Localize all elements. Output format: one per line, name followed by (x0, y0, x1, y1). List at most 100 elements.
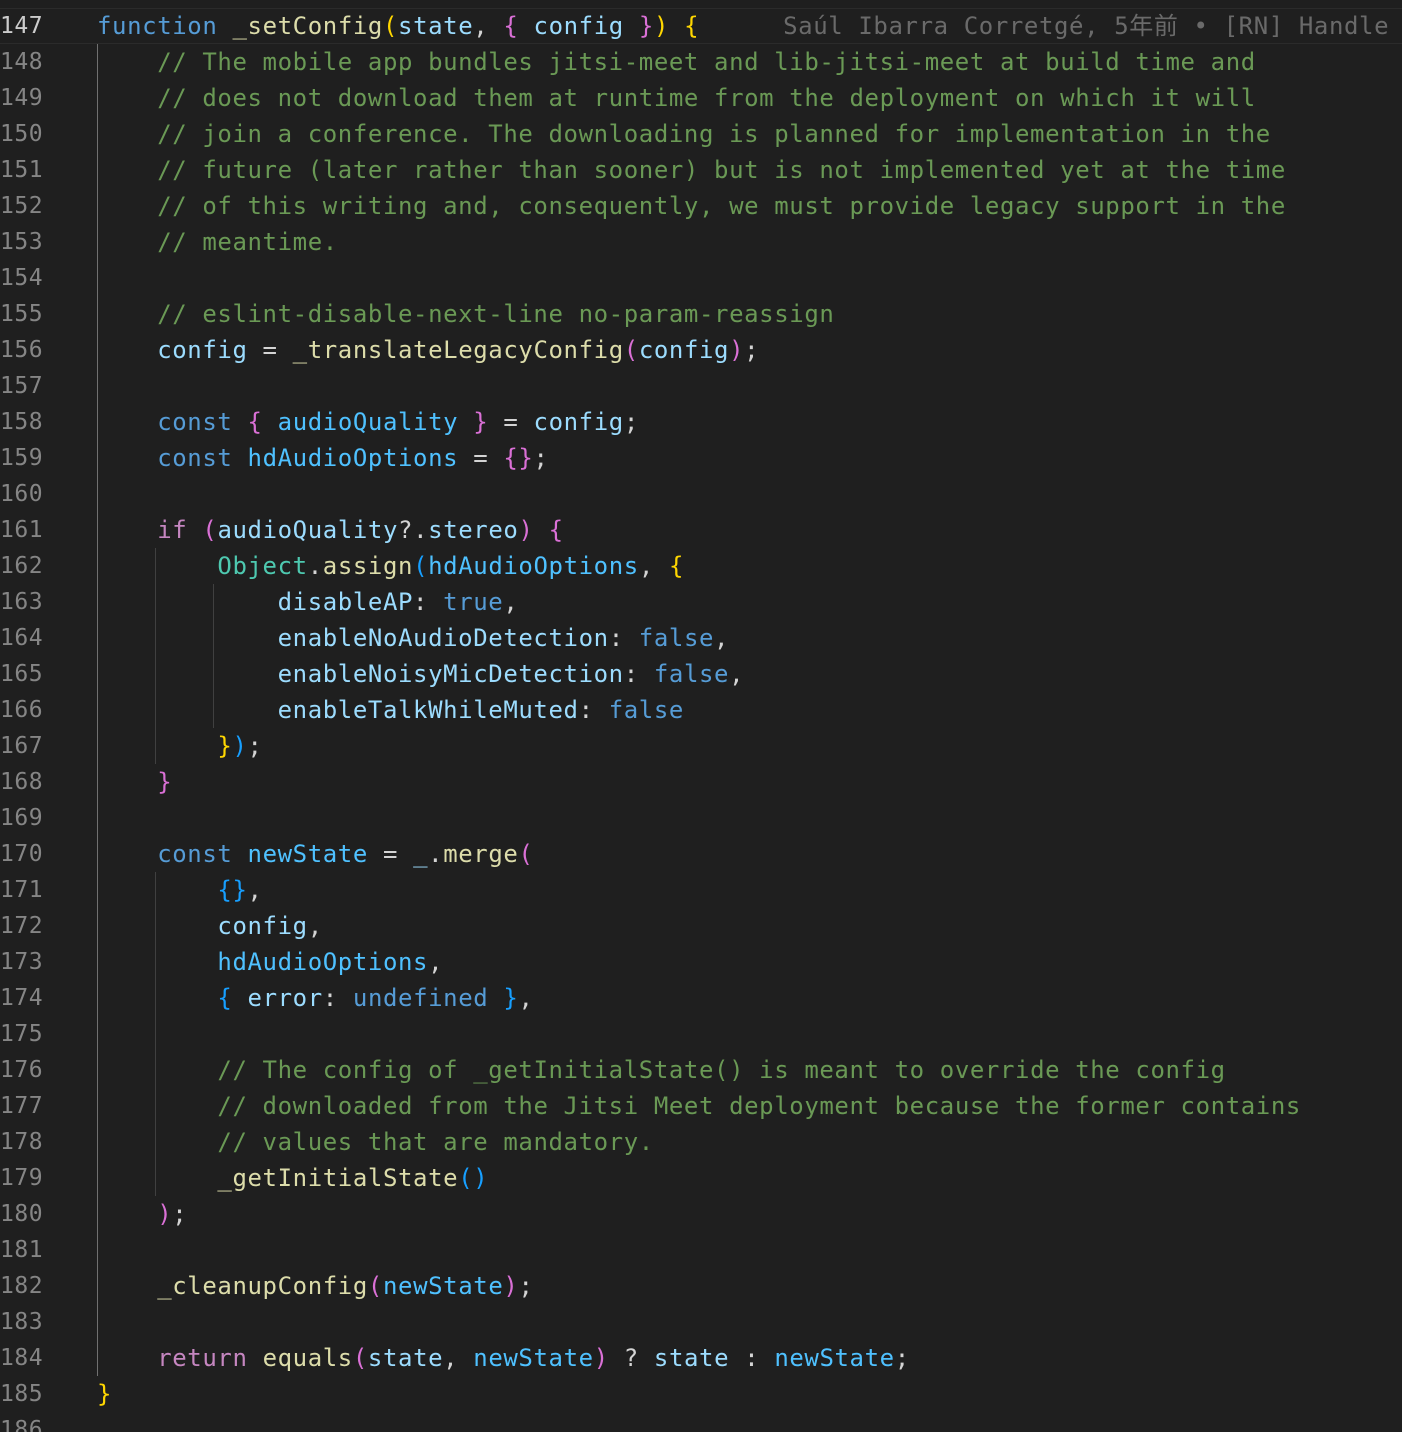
code-line[interactable]: 154 (0, 260, 1402, 296)
code-text[interactable]: const newState = _.merge( (97, 836, 534, 872)
code-text[interactable]: config, (97, 908, 323, 944)
line-number[interactable]: 152 (0, 188, 46, 224)
code-line[interactable]: 177 // downloaded from the Jitsi Meet de… (0, 1088, 1402, 1124)
line-number[interactable]: 178 (0, 1124, 46, 1160)
code-line[interactable]: 163 disableAP: true, (0, 584, 1402, 620)
line-number[interactable]: 172 (0, 908, 46, 944)
code-text[interactable]: { error: undefined }, (97, 980, 534, 1016)
code-text[interactable]: if (audioQuality?.stereo) { (97, 512, 564, 548)
code-line[interactable]: 170 const newState = _.merge( (0, 836, 1402, 872)
code-line[interactable]: 168 } (0, 764, 1402, 800)
line-number[interactable]: 185 (0, 1376, 46, 1412)
code-line[interactable]: 151 // future (later rather than sooner)… (0, 152, 1402, 188)
code-text[interactable]: // The config of _getInitialState() is m… (97, 1052, 1226, 1088)
code-text[interactable]: {}, (97, 872, 263, 908)
line-number[interactable]: 169 (0, 800, 46, 836)
line-number[interactable]: 149 (0, 80, 46, 116)
code-text[interactable]: // meantime. (97, 224, 338, 260)
line-number[interactable]: 181 (0, 1232, 46, 1268)
line-number[interactable]: 180 (0, 1196, 46, 1232)
code-line[interactable]: 147 function _setConfig(state, { config }… (0, 8, 1402, 44)
line-number[interactable]: 186 (0, 1412, 46, 1432)
code-line[interactable]: 174 { error: undefined }, (0, 980, 1402, 1016)
code-line[interactable]: 150 // join a conference. The downloadin… (0, 116, 1402, 152)
line-number[interactable]: 173 (0, 944, 46, 980)
code-line[interactable]: 186 (0, 1412, 1402, 1432)
code-line[interactable]: 152 // of this writing and, consequently… (0, 188, 1402, 224)
code-text[interactable]: // downloaded from the Jitsi Meet deploy… (97, 1088, 1301, 1124)
line-number[interactable]: 184 (0, 1340, 46, 1376)
line-number[interactable]: 179 (0, 1160, 46, 1196)
line-number[interactable]: 159 (0, 440, 46, 476)
line-number[interactable]: 174 (0, 980, 46, 1016)
code-line[interactable]: 182 _cleanupConfig(newState); (0, 1268, 1402, 1304)
code-text[interactable]: const hdAudioOptions = {}; (97, 440, 549, 476)
code-line[interactable]: 159 const hdAudioOptions = {}; (0, 440, 1402, 476)
line-number[interactable]: 162 (0, 548, 46, 584)
line-number[interactable]: 165 (0, 656, 46, 692)
code-text[interactable]: Object.assign(hdAudioOptions, { (97, 548, 684, 584)
code-line[interactable]: 155 // eslint-disable-next-line no-param… (0, 296, 1402, 332)
code-text[interactable]: _cleanupConfig(newState); (97, 1268, 534, 1304)
code-line[interactable]: 172 config, (0, 908, 1402, 944)
line-number[interactable]: 176 (0, 1052, 46, 1088)
code-text[interactable]: } (97, 1376, 112, 1412)
line-number[interactable]: 163 (0, 584, 46, 620)
code-text[interactable]: enableNoAudioDetection: false, (97, 620, 729, 656)
code-line[interactable]: 173 hdAudioOptions, (0, 944, 1402, 980)
line-number[interactable]: 154 (0, 260, 46, 296)
line-number[interactable]: 183 (0, 1304, 46, 1340)
line-number[interactable]: 177 (0, 1088, 46, 1124)
line-number[interactable]: 147 (0, 8, 46, 44)
code-text[interactable]: hdAudioOptions, (97, 944, 443, 980)
line-number[interactable]: 156 (0, 332, 46, 368)
code-line[interactable]: 167 }); (0, 728, 1402, 764)
line-number[interactable]: 175 (0, 1016, 46, 1052)
line-number[interactable]: 157 (0, 368, 46, 404)
code-line[interactable]: 166 enableTalkWhileMuted: false (0, 692, 1402, 728)
code-line[interactable]: 156 config = _translateLegacyConfig(conf… (0, 332, 1402, 368)
code-line[interactable]: 160 (0, 476, 1402, 512)
code-line[interactable]: 158 const { audioQuality } = config; (0, 404, 1402, 440)
code-line[interactable]: 185} (0, 1376, 1402, 1412)
code-line[interactable]: 161 if (audioQuality?.stereo) { (0, 512, 1402, 548)
code-line[interactable]: 157 (0, 368, 1402, 404)
code-text[interactable]: } (97, 764, 172, 800)
code-line[interactable]: 176 // The config of _getInitialState() … (0, 1052, 1402, 1088)
line-number[interactable]: 182 (0, 1268, 46, 1304)
line-number[interactable]: 155 (0, 296, 46, 332)
code-line[interactable]: 148 // The mobile app bundles jitsi-meet… (0, 44, 1402, 80)
code-line[interactable]: 171 {}, (0, 872, 1402, 908)
code-text[interactable]: config = _translateLegacyConfig(config); (97, 332, 759, 368)
code-line[interactable]: 153 // meantime. (0, 224, 1402, 260)
code-line[interactable]: 149 // does not download them at runtime… (0, 80, 1402, 116)
line-number[interactable]: 171 (0, 872, 46, 908)
line-number[interactable]: 170 (0, 836, 46, 872)
line-number[interactable]: 166 (0, 692, 46, 728)
code-text[interactable]: const { audioQuality } = config; (97, 404, 639, 440)
code-line[interactable]: 164 enableNoAudioDetection: false, (0, 620, 1402, 656)
line-number[interactable]: 151 (0, 152, 46, 188)
code-text[interactable]: // The mobile app bundles jitsi-meet and… (97, 44, 1256, 80)
line-number[interactable]: 161 (0, 512, 46, 548)
code-text[interactable]: _getInitialState() (97, 1160, 488, 1196)
code-text[interactable]: // eslint-disable-next-line no-param-rea… (97, 296, 834, 332)
code-text[interactable]: // values that are mandatory. (97, 1124, 654, 1160)
code-text[interactable]: // of this writing and, consequently, we… (97, 188, 1286, 224)
code-line[interactable]: 178 // values that are mandatory. (0, 1124, 1402, 1160)
code-text[interactable]: function _setConfig(state, { config }) {… (97, 8, 1402, 44)
line-number[interactable]: 150 (0, 116, 46, 152)
code-editor[interactable]: 147 function _setConfig(state, { config }… (0, 0, 1402, 1432)
code-line[interactable]: 169 (0, 800, 1402, 836)
code-line[interactable]: 181 (0, 1232, 1402, 1268)
line-number[interactable]: 167 (0, 728, 46, 764)
code-line[interactable]: 184 return equals(state, newState) ? sta… (0, 1340, 1402, 1376)
line-number[interactable]: 153 (0, 224, 46, 260)
code-line[interactable]: 162 Object.assign(hdAudioOptions, { (0, 548, 1402, 584)
code-text[interactable]: enableNoisyMicDetection: false, (97, 656, 744, 692)
code-text[interactable]: disableAP: true, (97, 584, 518, 620)
code-text[interactable]: ); (97, 1196, 187, 1232)
code-line[interactable]: 165 enableNoisyMicDetection: false, (0, 656, 1402, 692)
code-line[interactable]: 179 _getInitialState() (0, 1160, 1402, 1196)
line-number[interactable]: 148 (0, 44, 46, 80)
